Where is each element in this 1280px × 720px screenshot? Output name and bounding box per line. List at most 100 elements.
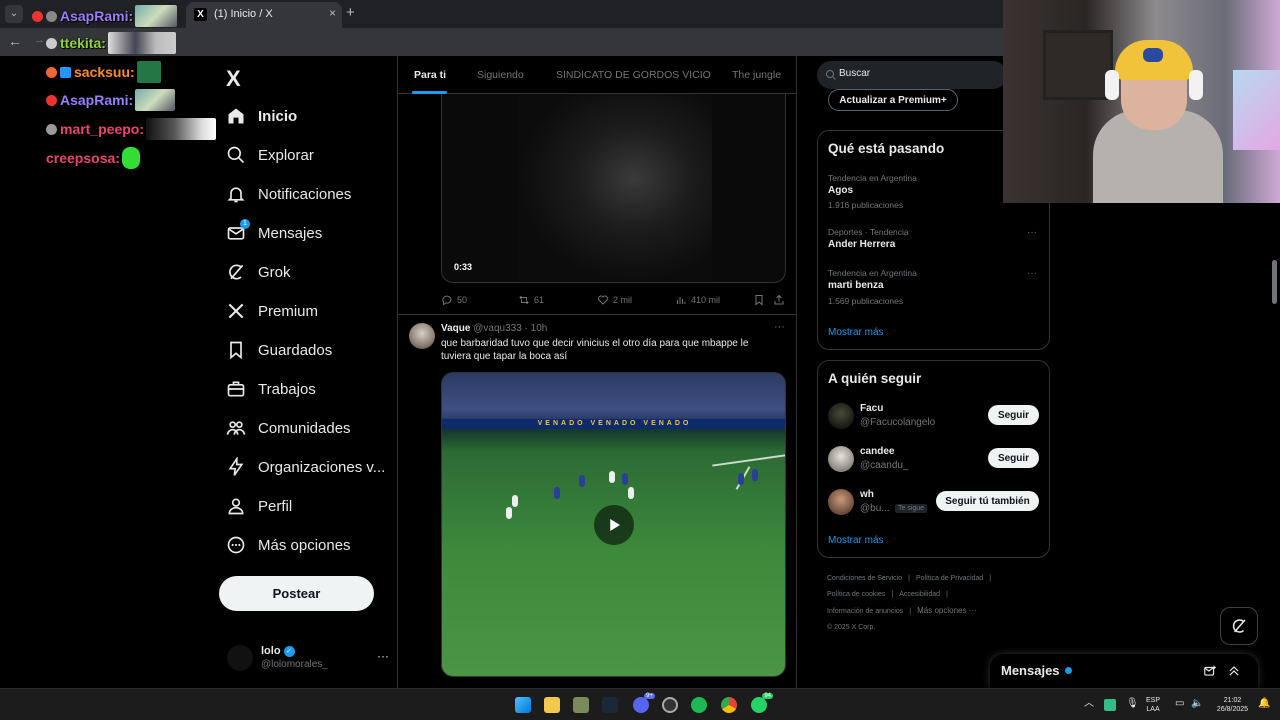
expand-up-icon[interactable]	[1227, 664, 1241, 678]
upgrade-premium-button[interactable]: Actualizar a Premium+	[828, 89, 958, 111]
footer-link[interactable]: Información de anuncios	[827, 608, 903, 615]
footer-link[interactable]: Accesibilidad	[899, 591, 940, 598]
nav-item-inicio[interactable]: Inicio	[226, 101, 297, 131]
volume-icon[interactable]: 🔈	[1191, 699, 1203, 709]
footer-link[interactable]: Condiciones de Servicio	[827, 575, 902, 582]
whatsapp-icon[interactable]: 94	[751, 693, 773, 713]
post-video[interactable]: VENADO VENADO VENADO	[441, 372, 786, 677]
views-button[interactable]: 410 mil	[675, 294, 720, 306]
follow-name[interactable]: wh	[860, 489, 874, 500]
like-button[interactable]: 2 mil	[597, 294, 632, 306]
nav-item-mensajes[interactable]: 1 Mensajes	[226, 218, 322, 248]
more-horizontal-icon[interactable]: ···	[377, 649, 389, 663]
search-input[interactable]: Buscar	[817, 61, 1007, 89]
footer-link[interactable]: Política de cookies	[827, 591, 885, 598]
tab-the-jungle[interactable]: The jungle	[732, 69, 781, 81]
notification-icon[interactable]: 🔔	[1258, 699, 1270, 709]
footer-link[interactable]: Política de Privacidad	[916, 575, 983, 582]
show-more-link[interactable]: Mostrar más	[828, 327, 884, 338]
tab-siguiendo[interactable]: Siguiendo	[477, 69, 524, 81]
avatar[interactable]	[409, 323, 435, 349]
discord-icon[interactable]: 9+	[633, 693, 655, 713]
bookmark-button[interactable]	[753, 294, 769, 306]
show-more-link[interactable]: Mostrar más	[828, 535, 884, 546]
microphone-icon[interactable]: 🎙	[1126, 699, 1139, 709]
network-icon[interactable]: ▭	[1175, 699, 1184, 709]
app-icon[interactable]	[573, 697, 589, 713]
trends-title: Qué está pasando	[828, 141, 945, 156]
new-message-icon[interactable]	[1203, 664, 1217, 678]
main-feed: Para ti Siguiendo SINDICATO DE GORDOS VI…	[397, 56, 797, 688]
chrome-icon[interactable]	[721, 697, 737, 713]
spotify-icon[interactable]	[691, 697, 707, 713]
follow-button[interactable]: Seguir	[988, 448, 1039, 468]
player	[622, 473, 628, 485]
messages-drawer[interactable]: Mensajes	[990, 654, 1258, 688]
windows-start-icon[interactable]	[515, 697, 531, 713]
avatar[interactable]	[828, 446, 854, 472]
share-button[interactable]	[773, 294, 789, 306]
footer-link[interactable]: Más opciones ···	[917, 606, 977, 615]
chat-emote-icon	[135, 5, 178, 27]
nav-item-trabajos[interactable]: Trabajos	[226, 374, 316, 404]
post-author-handle[interactable]: @vaqu333	[473, 323, 522, 334]
nav-item-perfil[interactable]: Perfil	[226, 491, 292, 521]
chat-badge-icon	[32, 10, 43, 22]
chat-emote-icon	[107, 32, 176, 54]
more-horizontal-icon[interactable]: ···	[1027, 227, 1037, 238]
steam-icon[interactable]	[602, 697, 618, 713]
grok-floating-button[interactable]	[1220, 607, 1258, 645]
webcam-person	[1143, 48, 1163, 62]
nav-item-comunidades[interactable]: Comunidades	[226, 413, 351, 443]
more-horizontal-icon[interactable]: ···	[774, 321, 785, 333]
search-placeholder: Buscar	[839, 68, 871, 79]
chat-username: creepsosa:	[46, 150, 120, 166]
post-time[interactable]: · 10h	[525, 323, 548, 334]
language-indicator[interactable]: ESP LAA	[1146, 696, 1160, 714]
new-tab-button[interactable]: +	[346, 4, 355, 21]
post[interactable]: Vaque @vaqu333 · 10h ··· que barbaridad …	[398, 314, 796, 688]
follow-name[interactable]: candee	[860, 446, 894, 457]
nav-item-organizaciones[interactable]: Organizaciones v...	[226, 452, 385, 482]
clock[interactable]: 21:02 26/8/2025	[1210, 696, 1255, 714]
trend-name[interactable]: Agos	[828, 185, 853, 196]
more-horizontal-icon[interactable]: ···	[1027, 268, 1037, 279]
post-author-name[interactable]: Vaque	[441, 323, 470, 334]
nav-item-mas-opciones[interactable]: Más opciones	[226, 530, 351, 560]
who-to-follow-card: A quién seguir Facu @Facucolangelo Segui…	[817, 360, 1050, 558]
trend-name[interactable]: Ander Herrera	[828, 239, 895, 250]
nav-item-explorar[interactable]: Explorar	[226, 140, 314, 170]
nav-item-grok[interactable]: Grok	[226, 257, 291, 287]
play-button[interactable]	[594, 505, 634, 545]
trend-name[interactable]: marti benza	[828, 280, 884, 291]
clock-date: 26/8/2025	[1216, 706, 1249, 713]
nav-item-notificaciones[interactable]: Notificaciones	[226, 179, 351, 209]
app-icon[interactable]	[662, 697, 678, 713]
reply-button[interactable]: 50	[441, 294, 467, 306]
whatsapp-badge: 94	[762, 693, 773, 699]
tray-app-icon[interactable]	[1104, 699, 1116, 711]
tab-para-ti[interactable]: Para ti	[414, 69, 446, 81]
follow-button[interactable]: Seguir	[988, 405, 1039, 425]
heart-icon	[598, 295, 608, 305]
avatar[interactable]	[828, 489, 854, 515]
post-button[interactable]: Postear	[219, 576, 374, 611]
post-video[interactable]: 0:33	[441, 94, 786, 283]
follow-back-button[interactable]: Seguir tú también	[936, 491, 1039, 511]
tab-close-icon[interactable]: ×	[329, 6, 336, 20]
account-switcher[interactable]: lolo ✓ @lolomorales_ ···	[227, 643, 389, 675]
nav-label: Trabajos	[258, 380, 316, 398]
avatar[interactable]	[828, 403, 854, 429]
chat-line: sacksuu:	[46, 61, 161, 83]
tray-chevron-icon[interactable]: ︿	[1084, 699, 1094, 709]
tab-sindicato[interactable]: SINDICATO DE GORDOS VICIO	[556, 69, 711, 81]
follows-you-badge: Te sigue	[895, 504, 928, 513]
stream-chat-overlay: AsapRami: ttekita: sacksuu: AsapRami: ma…	[0, 0, 230, 180]
nav-item-premium[interactable]: Premium	[226, 296, 318, 326]
file-explorer-icon[interactable]	[544, 697, 560, 713]
follow-name[interactable]: Facu	[860, 403, 883, 414]
repost-button[interactable]: 61	[518, 294, 544, 306]
nav-item-guardados[interactable]: Guardados	[226, 335, 332, 365]
page-scrollbar[interactable]	[1272, 260, 1277, 304]
messages-title-text: Mensajes	[1001, 663, 1060, 678]
